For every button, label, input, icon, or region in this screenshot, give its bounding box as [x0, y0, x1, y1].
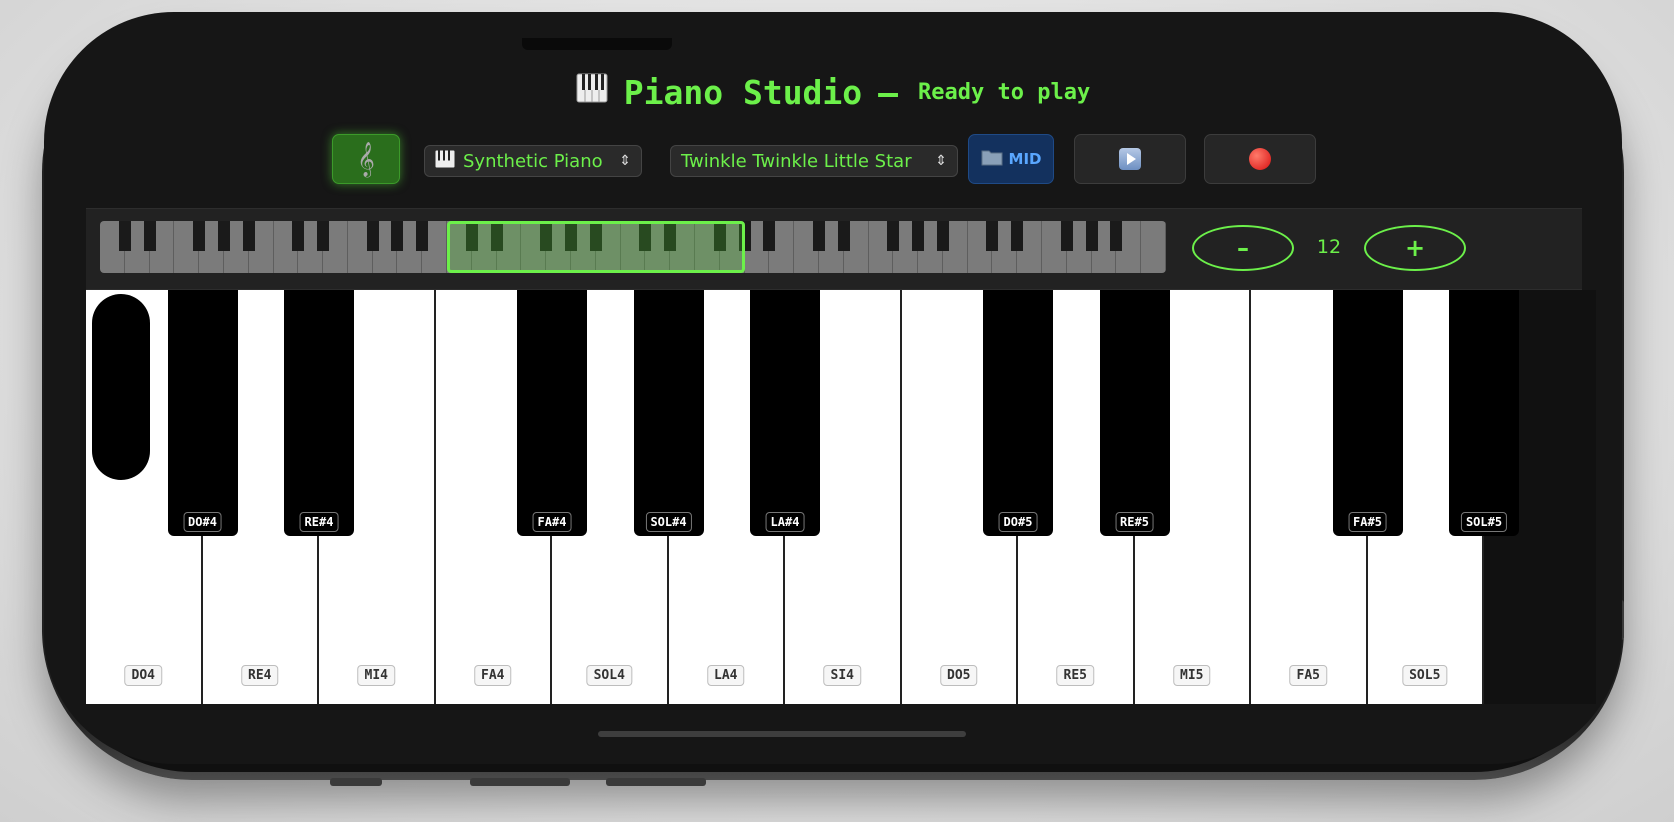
mini-black-key	[391, 221, 404, 251]
piano-keyboard: DO4 RE4 MI4 FA4 SOL4 LA4 SI4 DO5 RE5 MI5 FA5 SOL5 DO…	[86, 290, 1596, 704]
white-key-label: SI4	[823, 665, 861, 686]
record-icon	[1249, 148, 1271, 170]
black-key-label: LA#4	[765, 512, 805, 532]
chevron-up-down-icon: ⇕	[935, 153, 947, 169]
song-select[interactable]: Twinkle Twinkle Little Star ⇕	[670, 145, 958, 177]
black-key-label: SOL#5	[1460, 512, 1508, 532]
piano-keyboard-icon	[435, 150, 455, 173]
play-button[interactable]	[1074, 134, 1186, 184]
title-separator: –	[878, 72, 899, 112]
black-key-label: FA#4	[532, 512, 572, 532]
black-key-label: SOL#4	[645, 512, 692, 532]
midi-button-label: MID	[1008, 150, 1042, 168]
home-indicator[interactable]	[598, 731, 966, 737]
instrument-select[interactable]: Synthetic Piano ⇕	[424, 145, 642, 177]
play-icon	[1119, 148, 1141, 170]
white-key-label: MI5	[1173, 665, 1211, 686]
mini-black-key	[292, 221, 305, 251]
octave-value: 12	[1316, 236, 1342, 258]
white-key-label: RE4	[241, 665, 279, 686]
piano-keyboard-icon	[576, 72, 608, 112]
side-button	[330, 778, 382, 786]
black-key-label: DO#4	[183, 512, 222, 532]
music-notation-button[interactable]: 𝄞	[332, 134, 400, 184]
black-key-label: RE#5	[1115, 512, 1154, 532]
top-notch	[522, 38, 672, 50]
side-button	[470, 778, 570, 786]
scroll-handle[interactable]	[92, 294, 150, 480]
mini-black-key	[837, 221, 850, 251]
mini-black-key	[1060, 221, 1073, 251]
white-key-label: DO5	[940, 665, 978, 686]
white-key-label: RE5	[1056, 665, 1094, 686]
app-screen: Piano Studio – Ready to play 𝄞 Synthetic…	[44, 12, 1622, 764]
white-key-label: FA4	[474, 665, 512, 686]
white-key-label: SOL4	[586, 665, 632, 686]
octave-minus-button[interactable]: –	[1192, 225, 1294, 271]
black-key[interactable]: RE#4	[284, 290, 354, 536]
mini-black-key	[763, 221, 776, 251]
mini-black-key	[193, 221, 206, 251]
black-key[interactable]: DO#4	[167, 290, 238, 536]
record-button[interactable]	[1204, 134, 1316, 184]
chevron-up-down-icon: ⇕	[619, 153, 631, 169]
visible-range-highlight[interactable]	[447, 221, 745, 273]
mini-black-key	[366, 221, 379, 251]
side-button	[606, 778, 706, 786]
app-title: Piano Studio	[623, 72, 863, 112]
black-key-label: DO#5	[998, 512, 1038, 532]
mini-black-key	[143, 221, 156, 251]
black-key[interactable]: RE#5	[1099, 290, 1170, 536]
white-key-label: LA4	[707, 665, 745, 686]
song-select-value: Twinkle Twinkle Little Star	[681, 150, 912, 172]
black-key-label: FA#5	[1348, 512, 1387, 532]
mini-black-key	[1011, 221, 1024, 251]
mini-black-key	[416, 221, 429, 251]
mini-black-key	[317, 221, 330, 251]
black-key[interactable]: DO#5	[983, 290, 1053, 536]
mini-black-key	[217, 221, 230, 251]
octave-plus-button[interactable]: +	[1364, 225, 1466, 271]
white-key-label: FA5	[1289, 665, 1327, 686]
treble-clef-icon: 𝄞	[357, 141, 375, 177]
folder-icon	[981, 148, 1003, 170]
mini-black-key	[118, 221, 131, 251]
toolbar: 𝄞 Synthetic Piano ⇕ Twinkle Twinkle Litt…	[44, 134, 1622, 186]
mini-keyboard[interactable]	[100, 221, 1166, 273]
white-key-label: MI4	[357, 665, 395, 686]
mini-white-key	[1141, 221, 1166, 273]
mini-black-key	[242, 221, 255, 251]
black-key[interactable]: SOL#5	[1449, 290, 1519, 536]
instrument-select-value: Synthetic Piano	[463, 150, 603, 172]
black-key[interactable]: SOL#4	[633, 290, 704, 536]
mini-black-key	[1110, 221, 1123, 251]
mini-black-key	[936, 221, 949, 251]
white-key-label: DO4	[124, 665, 162, 686]
black-key-label: RE#4	[299, 512, 339, 532]
mini-black-key	[812, 221, 825, 251]
plus-label: +	[1404, 234, 1426, 262]
mini-black-key	[986, 221, 999, 251]
black-key[interactable]: FA#5	[1332, 290, 1403, 536]
minus-label: –	[1237, 234, 1249, 262]
status-text: Ready to play	[918, 79, 1091, 105]
white-key-label: SOL5	[1402, 665, 1448, 686]
keyboard-overview-bar: – 12 +	[86, 208, 1582, 290]
black-key[interactable]: FA#4	[517, 290, 587, 536]
mini-black-key	[887, 221, 900, 251]
black-key[interactable]: LA#4	[750, 290, 820, 536]
midi-load-button[interactable]: MID	[968, 134, 1054, 184]
page-title: Piano Studio – Ready to play	[44, 68, 1622, 116]
mini-black-key	[912, 221, 925, 251]
mini-black-key	[1085, 221, 1098, 251]
